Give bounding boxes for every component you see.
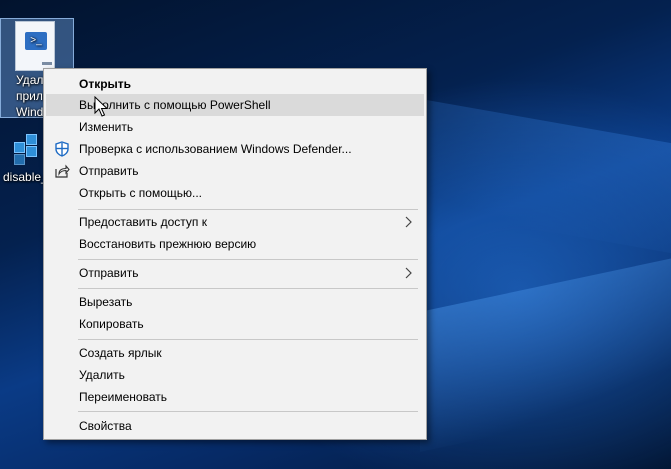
menu-separator <box>78 288 418 289</box>
menu-item-label: Восстановить прежнюю версию <box>79 237 257 251</box>
menu-item-label: Переименовать <box>79 390 167 404</box>
menu-item-label: Свойства <box>79 419 132 433</box>
menu-item-label: Копировать <box>79 317 144 331</box>
menu-item-copy[interactable]: Копировать <box>46 313 424 335</box>
menu-item-label: Открыть <box>79 77 132 91</box>
menu-item-edit[interactable]: Изменить <box>46 116 424 138</box>
menu-item-send-to[interactable]: Отправить <box>46 262 424 284</box>
menu-separator <box>78 209 418 210</box>
desktop-icon-label: disable_ <box>3 170 48 184</box>
menu-item-properties[interactable]: Свойства <box>46 415 424 437</box>
menu-item-delete[interactable]: Удалить <box>46 364 424 386</box>
menu-item-label: Предоставить доступ к <box>79 215 207 229</box>
menu-item-label: Открыть с помощью... <box>79 186 203 200</box>
menu-item-label: Проверка с использованием Windows Defend… <box>79 142 352 156</box>
menu-separator <box>78 411 418 412</box>
share-icon <box>54 163 70 179</box>
menu-item-label: Вырезать <box>79 295 133 309</box>
menu-item-create-shortcut[interactable]: Создать ярлык <box>46 342 424 364</box>
chevron-right-icon <box>404 265 414 281</box>
menu-item-label: Отправить <box>79 266 139 280</box>
menu-item-scan-with-defender[interactable]: Проверка с использованием Windows Defend… <box>46 138 424 160</box>
menu-item-cut[interactable]: Вырезать <box>46 291 424 313</box>
menu-item-rename[interactable]: Переименовать <box>46 386 424 408</box>
powershell-file-icon: >_ <box>15 21 55 71</box>
menu-separator <box>78 339 418 340</box>
registry-file-icon <box>14 134 40 165</box>
menu-item-give-access-to[interactable]: Предоставить доступ к <box>46 211 424 233</box>
menu-item-label: Удалить <box>79 368 125 382</box>
menu-item-restore-previous-versions[interactable]: Восстановить прежнюю версию <box>46 233 424 255</box>
menu-separator <box>78 259 418 260</box>
windows-defender-icon <box>54 141 70 157</box>
menu-item-label: Отправить <box>79 164 139 178</box>
menu-item-label: Изменить <box>79 120 134 134</box>
context-menu: Открыть Выполнить с помощью PowerShell И… <box>43 68 427 440</box>
mouse-cursor-icon <box>94 95 109 118</box>
menu-item-open[interactable]: Открыть <box>46 73 424 95</box>
menu-item-share[interactable]: Отправить <box>46 160 424 182</box>
wallpaper-light-beam <box>420 248 671 452</box>
chevron-right-icon <box>404 214 414 230</box>
menu-item-open-with[interactable]: Открыть с помощью... <box>46 182 424 204</box>
menu-item-label: Создать ярлык <box>79 346 162 360</box>
